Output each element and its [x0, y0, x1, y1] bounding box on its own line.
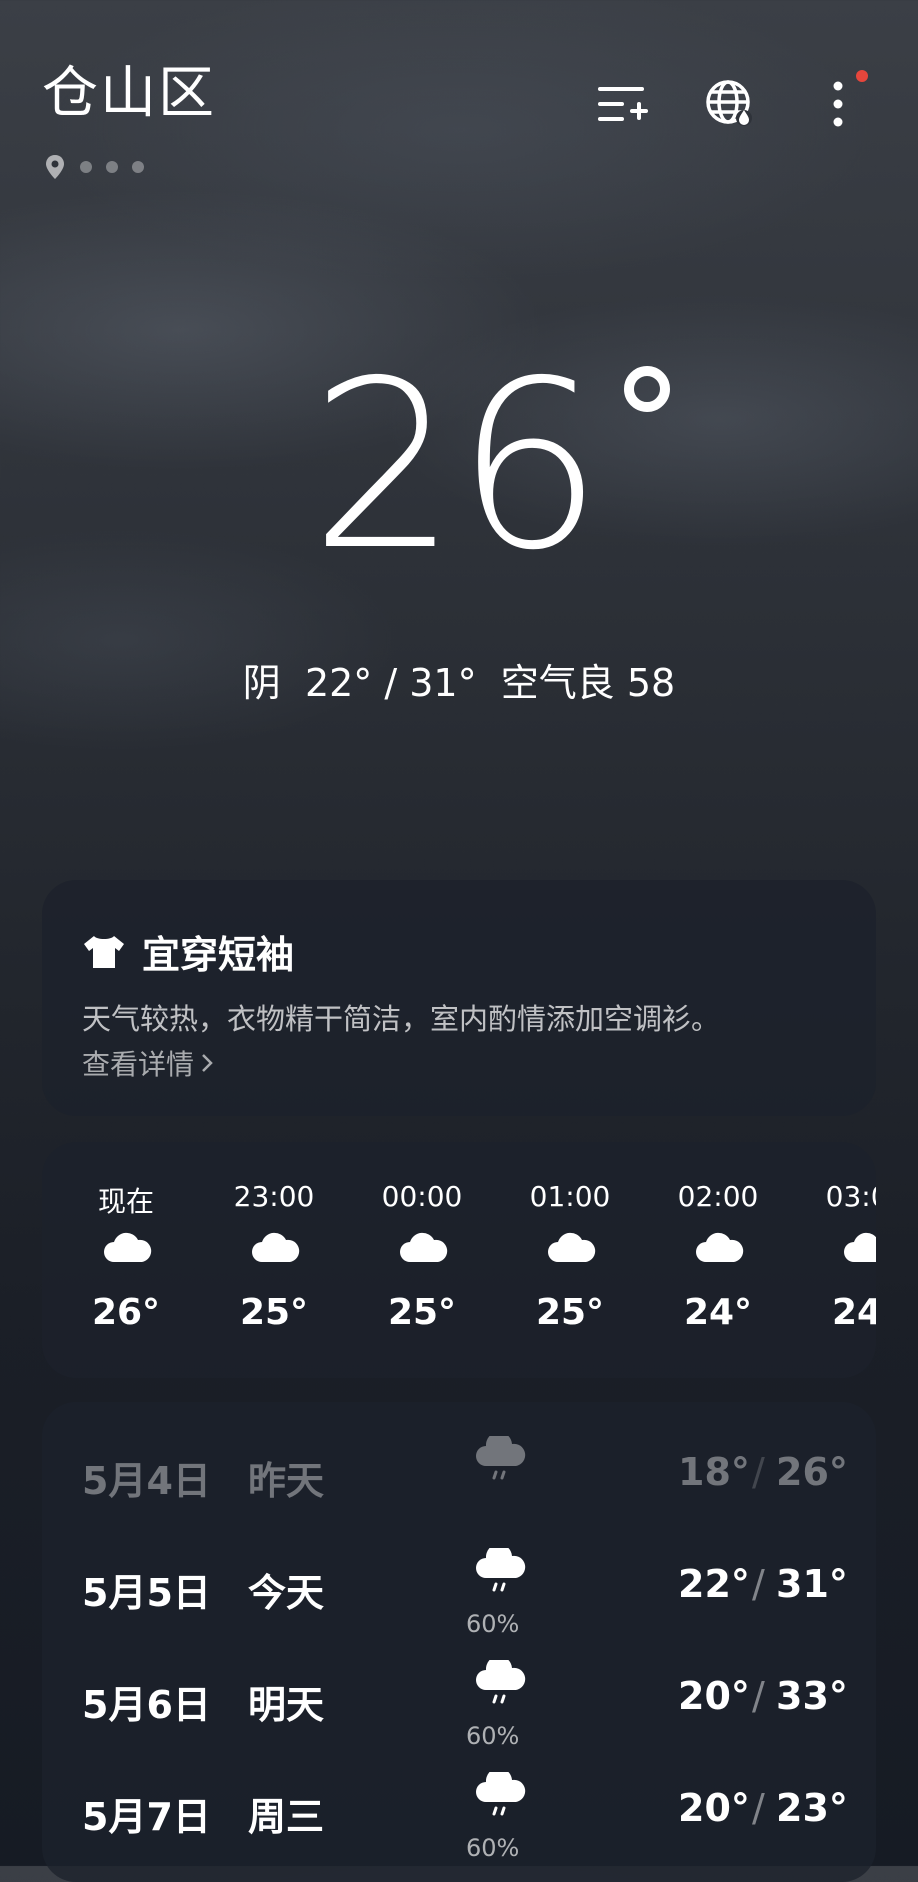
add-city-icon [598, 87, 648, 121]
cloud-icon [398, 1232, 448, 1268]
chevron-right-icon [202, 1054, 213, 1072]
cloud-icon [546, 1232, 596, 1268]
cloud-icon [694, 1232, 744, 1268]
daily-low: 22° [678, 1562, 750, 1606]
clothing-title-row: 宜穿短袖 [80, 924, 294, 979]
daily-row[interactable]: 5月4日 昨天 18°/26° [42, 1428, 876, 1528]
globe-icon [706, 80, 752, 126]
page-dot[interactable] [106, 161, 118, 173]
hourly-time: 00:00 [381, 1180, 463, 1213]
daily-date: 5月7日 [82, 1795, 211, 1839]
page-dot[interactable] [132, 161, 144, 173]
temp-separator: / [752, 1450, 765, 1494]
rain-icon [474, 1431, 528, 1490]
daily-low: 20° [678, 1786, 750, 1830]
weather-summary[interactable]: 阴 22° / 31° 空气良 58 [0, 652, 918, 707]
clothing-title: 宜穿短袖 [142, 933, 295, 977]
more-icon [833, 81, 843, 127]
daily-date: 5月4日 [82, 1459, 211, 1503]
clothing-description: 天气较热，衣物精干简洁，室内酌情添加空调衫。 [82, 1002, 721, 1036]
daily-high: 31° [776, 1562, 848, 1606]
shirt-icon [84, 935, 124, 968]
hourly-time: 23:00 [233, 1180, 315, 1213]
cloud-icon [250, 1232, 300, 1268]
add-city-button[interactable] [594, 76, 650, 132]
hourly-temp: 25° [387, 1292, 457, 1333]
rain-icon [474, 1767, 528, 1826]
daily-row[interactable]: 5月5日 今天 60% 22°/31° [42, 1540, 876, 1640]
daily-weekday: 昨天 [248, 1459, 325, 1503]
current-temperature: 26 [310, 331, 603, 601]
temp-separator: / [752, 1786, 765, 1830]
hourly-forecast-list[interactable]: 现在 26° 23:00 25° 00:00 25° 01:00 25° 02:00 24° 03:… [42, 1142, 876, 1378]
hourly-time: 02:00 [677, 1180, 759, 1213]
hourly-temp: 26° [91, 1292, 161, 1333]
daily-precip-chance: 60% [466, 1834, 520, 1862]
hourly-temp: 25° [239, 1292, 309, 1333]
daily-row[interactable]: 5月7日 周三 60% 20°/23° [42, 1764, 876, 1864]
degree-symbol [624, 366, 670, 412]
daily-date: 5月6日 [82, 1683, 211, 1727]
daily-precip-chance: 60% [466, 1722, 520, 1750]
hourly-time: 现在 [97, 1185, 154, 1218]
daily-high: 26° [776, 1450, 848, 1494]
temp-separator: / [752, 1562, 765, 1606]
cloud-icon [102, 1232, 152, 1268]
daily-high: 23° [776, 1786, 848, 1830]
daily-date: 5月5日 [82, 1571, 211, 1615]
temp-separator: / [752, 1674, 765, 1718]
hourly-temp: 24° [683, 1292, 753, 1333]
view-details-link[interactable]: 查看详情 [82, 1043, 214, 1083]
more-button[interactable] [810, 76, 866, 132]
page-indicator [44, 154, 144, 180]
hourly-time: 03:00 [825, 1180, 876, 1213]
daily-low: 18° [678, 1450, 750, 1494]
cloud-icon [842, 1232, 876, 1268]
page-dot[interactable] [80, 161, 92, 173]
notification-dot [856, 70, 868, 82]
daily-weekday: 今天 [248, 1571, 325, 1615]
global-weather-button[interactable] [702, 76, 758, 132]
hourly-temp: 25° [535, 1292, 605, 1333]
daily-weekday: 明天 [248, 1683, 325, 1727]
rain-icon [474, 1655, 528, 1714]
daily-precip-chance: 60% [466, 1610, 520, 1638]
daily-low: 20° [678, 1674, 750, 1718]
daily-weekday: 周三 [248, 1795, 325, 1839]
daily-row[interactable]: 5月6日 明天 60% 20°/33° [42, 1652, 876, 1752]
location-pin-icon [46, 155, 64, 179]
hourly-temp: 24° [831, 1292, 876, 1333]
hourly-time: 01:00 [529, 1180, 611, 1213]
city-name[interactable]: 仓山区 [42, 66, 216, 122]
view-details-label: 查看详情 [82, 1048, 195, 1081]
daily-high: 33° [776, 1674, 848, 1718]
rain-icon [474, 1543, 528, 1602]
